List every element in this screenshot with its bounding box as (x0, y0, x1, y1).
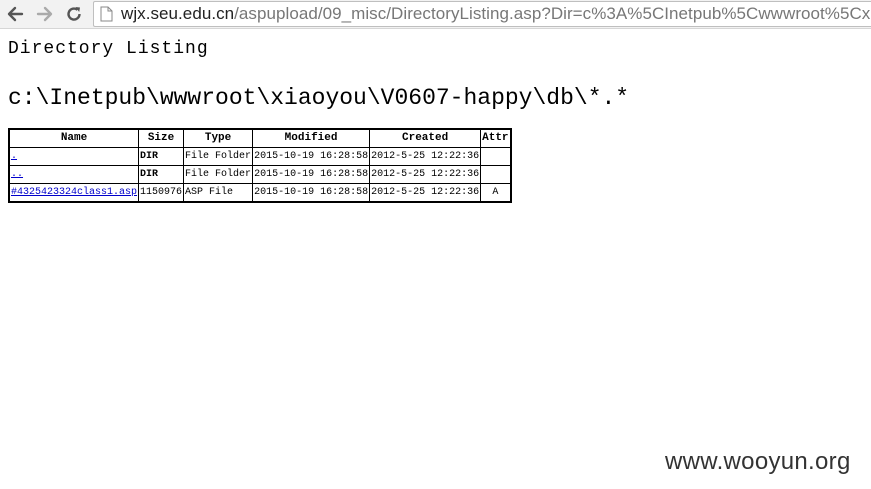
file-attr-cell (480, 165, 512, 184)
file-created-cell: 2012-5-25 12:22:36 (369, 165, 482, 184)
page-heading: Directory Listing (8, 39, 209, 59)
file-name-cell: . (8, 147, 140, 166)
page-icon (100, 6, 113, 26)
page-content: Directory Listing c:\Inetpub\wwwroot\xia… (8, 38, 629, 203)
file-size-cell: DIR (138, 147, 185, 166)
url-host: wjx.seu.edu.cn (121, 4, 235, 23)
file-name-cell: .. (8, 165, 140, 184)
column-header-size: Size (138, 128, 185, 148)
url-text: wjx.seu.edu.cn/aspupload/09_misc/Directo… (121, 4, 871, 24)
forward-arrow-icon[interactable] (34, 3, 56, 25)
column-header-attr: Attr (480, 128, 512, 148)
column-header-modified: Modified (252, 128, 371, 148)
table-header-row: Name Size Type Modified Created Attr (8, 128, 512, 148)
file-modified-cell: 2015-10-19 16:28:58 (252, 147, 371, 166)
watermark-text: www.wooyun.org (665, 448, 851, 475)
file-modified-cell: 2015-10-19 16:28:58 (252, 183, 371, 203)
address-bar[interactable]: wjx.seu.edu.cn/aspupload/09_misc/Directo… (93, 1, 871, 27)
file-link[interactable]: . (11, 151, 17, 162)
column-header-name: Name (8, 128, 140, 148)
back-arrow-icon[interactable] (4, 3, 26, 25)
directory-path: c:\Inetpub\wwwroot\xiaoyou\V0607-happy\d… (8, 85, 630, 111)
file-size-cell: 1150976 (138, 183, 185, 203)
column-header-type: Type (183, 128, 254, 148)
reload-icon[interactable] (63, 3, 85, 25)
file-link[interactable]: #4325423324class1.asp (11, 187, 137, 198)
file-created-cell: 2012-5-25 12:22:36 (369, 183, 482, 203)
file-type-cell: File Folder (183, 147, 254, 166)
file-type-cell: ASP File (183, 183, 254, 203)
file-attr-cell (480, 147, 512, 166)
url-path: /aspupload/09_misc/DirectoryListing.asp?… (234, 4, 871, 23)
table-row: . DIR File Folder 2015-10-19 16:28:58 20… (8, 147, 512, 166)
column-header-created: Created (369, 128, 482, 148)
file-modified-cell: 2015-10-19 16:28:58 (252, 165, 371, 184)
table-row: .. DIR File Folder 2015-10-19 16:28:58 2… (8, 165, 512, 184)
file-size-cell: DIR (138, 165, 185, 184)
browser-toolbar: wjx.seu.edu.cn/aspupload/09_misc/Directo… (0, 0, 871, 29)
file-created-cell: 2012-5-25 12:22:36 (369, 147, 482, 166)
file-name-cell: #4325423324class1.asp (8, 183, 140, 203)
file-link[interactable]: .. (11, 169, 23, 180)
file-type-cell: File Folder (183, 165, 254, 184)
table-row: #4325423324class1.asp 1150976 ASP File 2… (8, 183, 512, 203)
directory-table: Name Size Type Modified Created Attr . D… (8, 128, 512, 203)
file-attr-cell: A (480, 183, 512, 203)
